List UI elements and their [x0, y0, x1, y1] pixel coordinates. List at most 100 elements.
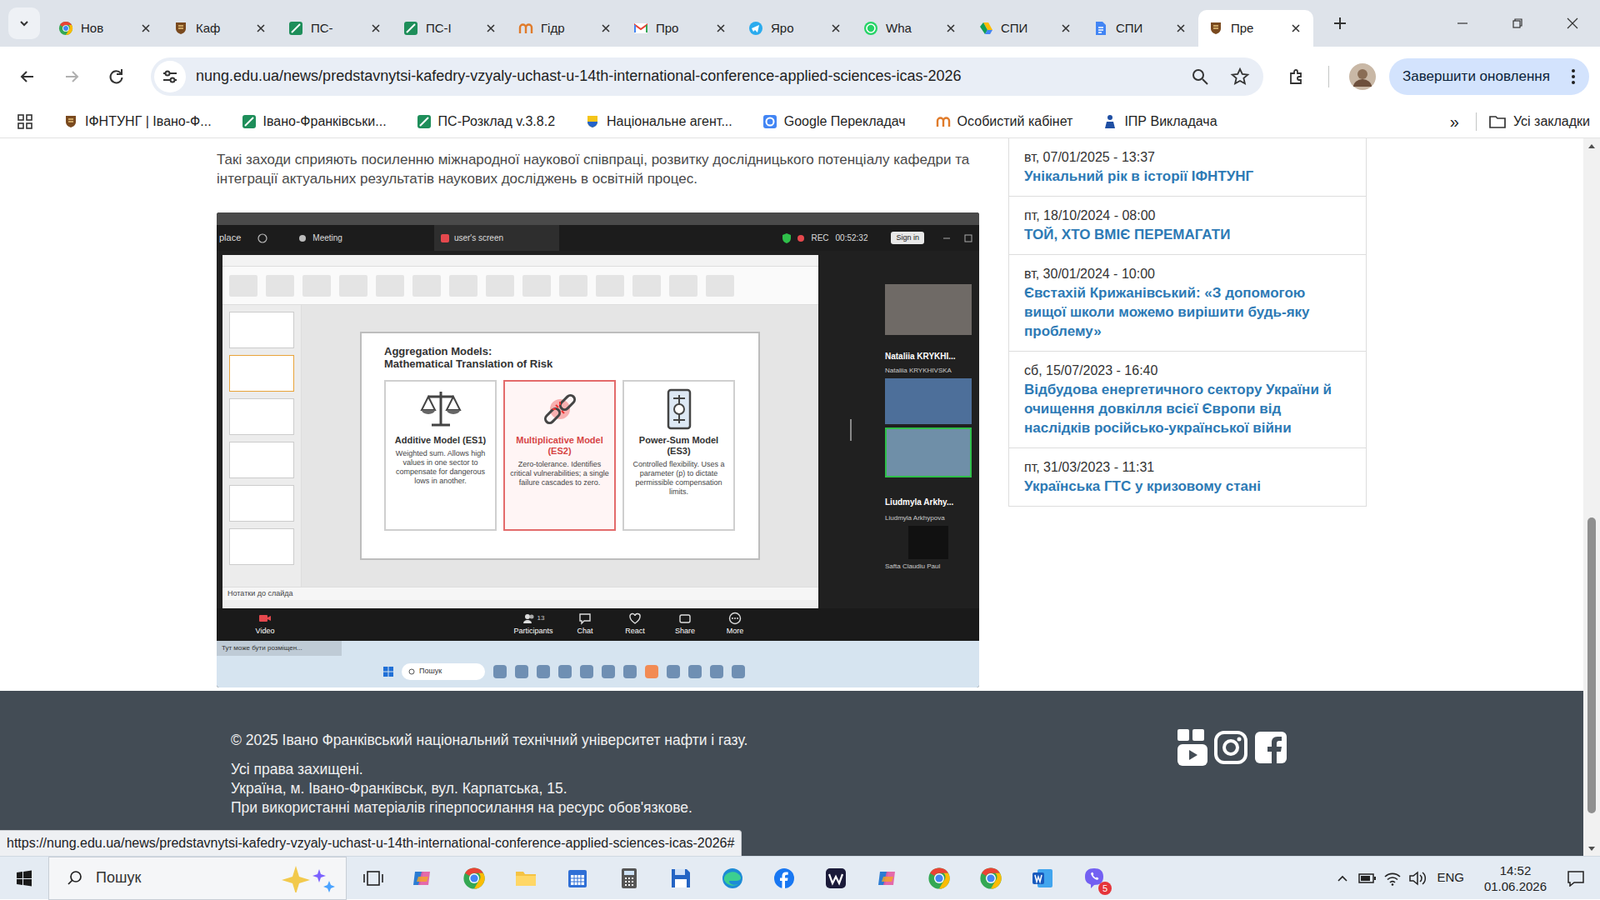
slide-thumbnail[interactable] — [229, 398, 295, 435]
slide-thumbnail[interactable] — [229, 528, 295, 565]
browser-tab[interactable]: СПИ — [968, 10, 1084, 47]
battery-icon[interactable] — [1355, 856, 1380, 900]
site-info-icon[interactable] — [154, 60, 186, 93]
taskbar-app[interactable] — [965, 856, 1017, 900]
new-tab-icon[interactable] — [1325, 8, 1355, 39]
slide-thumbnail[interactable] — [229, 441, 295, 479]
close-tab-icon[interactable] — [1288, 20, 1304, 36]
bookmark-item[interactable]: Google Перекладач — [757, 108, 911, 135]
close-tab-icon[interactable] — [598, 20, 614, 36]
inner-app-icon[interactable] — [731, 665, 745, 679]
inner-app-icon[interactable] — [688, 665, 702, 679]
news-link[interactable]: Євстахій Крижанівський: «З допомогою вищ… — [1024, 283, 1351, 341]
bookmark-item[interactable]: Особистий кабінет — [930, 108, 1079, 135]
forward-icon[interactable] — [53, 58, 90, 95]
scrollbar-thumb[interactable] — [1587, 517, 1596, 814]
zoom-icon[interactable] — [1185, 61, 1215, 92]
facebook-icon[interactable] — [1252, 727, 1290, 768]
scroll-up-icon[interactable] — [1583, 138, 1600, 153]
taskbar-app[interactable]: 5 — [1068, 856, 1120, 900]
react-button[interactable]: React — [610, 611, 660, 638]
close-tab-icon[interactable] — [1173, 20, 1189, 36]
notification-center-icon[interactable] — [1551, 856, 1600, 900]
taskbar-app[interactable] — [655, 856, 707, 900]
participants-button[interactable]: 13Participants — [506, 611, 560, 638]
inner-search[interactable]: Пошук — [401, 663, 485, 680]
bookmark-item[interactable]: Національне агент... — [580, 108, 738, 135]
slide-thumbnail[interactable] — [229, 355, 295, 392]
chat-button[interactable]: Chat — [560, 611, 610, 638]
slide-thumbnail[interactable] — [229, 485, 295, 522]
browser-tab[interactable]: ПС- — [278, 10, 394, 47]
bookmark-item[interactable]: ПС-Розклад v.3.8.2 — [411, 108, 560, 135]
browser-tab[interactable]: ПС-І — [393, 10, 509, 47]
close-tab-icon[interactable] — [368, 20, 384, 36]
browser-tab[interactable]: Нов — [48, 10, 164, 47]
profile-avatar-icon[interactable] — [1345, 60, 1380, 94]
video-button[interactable]: Video — [240, 611, 290, 638]
taskbar-search[interactable]: Пошук — [48, 856, 347, 900]
close-tab-icon[interactable] — [253, 20, 269, 36]
close-tab-icon[interactable] — [713, 20, 729, 36]
taskbar-app[interactable] — [603, 856, 655, 900]
taskbar-app[interactable] — [706, 856, 759, 900]
inner-app-icon[interactable] — [666, 665, 680, 679]
maximize-icon[interactable] — [964, 234, 973, 243]
inner-app-icon[interactable] — [601, 665, 615, 679]
browser-tab[interactable]: Wha — [853, 10, 969, 47]
taskbar-app[interactable] — [448, 856, 500, 900]
taskbar-app[interactable] — [758, 856, 810, 900]
input-language[interactable]: ENG — [1436, 868, 1465, 888]
wifi-icon[interactable] — [1380, 856, 1405, 900]
scroll-down-icon[interactable] — [1583, 841, 1600, 856]
maximize-icon[interactable] — [1490, 0, 1545, 47]
taskbar-app[interactable] — [913, 856, 965, 900]
apps-icon[interactable] — [13, 110, 37, 134]
news-link[interactable]: ТОЙ, ХТО ВМІЄ ПЕРЕМАГАТИ — [1024, 225, 1351, 245]
browser-tab[interactable]: Гідр — [508, 10, 624, 47]
taskbar-app[interactable] — [500, 856, 552, 900]
bookmark-star-icon[interactable] — [1225, 61, 1255, 92]
browser-tab[interactable]: Яро — [738, 10, 854, 47]
close-tab-icon[interactable] — [943, 20, 959, 36]
share-button[interactable]: Share — [660, 611, 710, 638]
browser-tab[interactable]: Про — [623, 10, 739, 47]
url-text[interactable]: nung.edu.ua/news/predstavnytsi-kafedry-v… — [195, 65, 1185, 88]
news-link[interactable]: Українська ГТС у кризовому стані — [1024, 476, 1351, 496]
back-icon[interactable] — [9, 58, 46, 95]
taskbar-app[interactable] — [396, 856, 449, 900]
inner-app-icon[interactable] — [710, 665, 724, 679]
taskbar-app[interactable] — [1016, 856, 1069, 900]
start-icon[interactable] — [0, 856, 49, 900]
taskbar-app[interactable] — [810, 856, 862, 900]
show-hidden-icons-icon[interactable] — [1330, 856, 1355, 900]
scrollbar-track[interactable] — [1583, 152, 1600, 842]
close-tab-icon[interactable] — [1058, 20, 1074, 36]
reload-icon[interactable] — [97, 58, 135, 95]
inner-app-icon[interactable] — [515, 665, 529, 679]
bookmark-item[interactable]: Івано-Франківськи... — [236, 108, 392, 135]
bookmark-item[interactable]: ІФНТУНГ | Івано-Ф... — [58, 108, 217, 135]
instagram-icon[interactable] — [1214, 727, 1248, 768]
sign-in-button[interactable]: Sign in — [890, 231, 925, 245]
update-button[interactable]: Завершити оновлення — [1389, 58, 1590, 95]
minimize-icon[interactable] — [942, 234, 951, 243]
news-link[interactable]: Відбудова енергетичного сектору України … — [1024, 380, 1351, 438]
task-view-icon[interactable] — [350, 856, 397, 900]
inner-app-icon[interactable] — [623, 665, 637, 679]
taskbar-app[interactable] — [861, 856, 914, 900]
info-icon[interactable] — [257, 233, 268, 244]
windows-icon[interactable] — [383, 666, 394, 677]
close-tab-icon[interactable] — [483, 20, 499, 36]
inner-app-icon[interactable] — [580, 665, 594, 679]
news-link[interactable]: Унікальний рік в історії ІФНТУНГ — [1024, 166, 1351, 186]
taskbar-clock[interactable]: 14:5201.06.2026 — [1479, 862, 1552, 895]
youtube-icon[interactable] — [1175, 727, 1210, 768]
close-tab-icon[interactable] — [828, 20, 844, 36]
more-bookmarks-button[interactable]: » — [1445, 109, 1465, 135]
tab-search-icon[interactable] — [8, 7, 40, 40]
inner-app-icon[interactable] — [645, 665, 659, 679]
browser-tab[interactable]: Каф — [163, 10, 279, 47]
inner-app-icon[interactable] — [493, 665, 507, 679]
minimize-icon[interactable] — [1435, 0, 1490, 47]
